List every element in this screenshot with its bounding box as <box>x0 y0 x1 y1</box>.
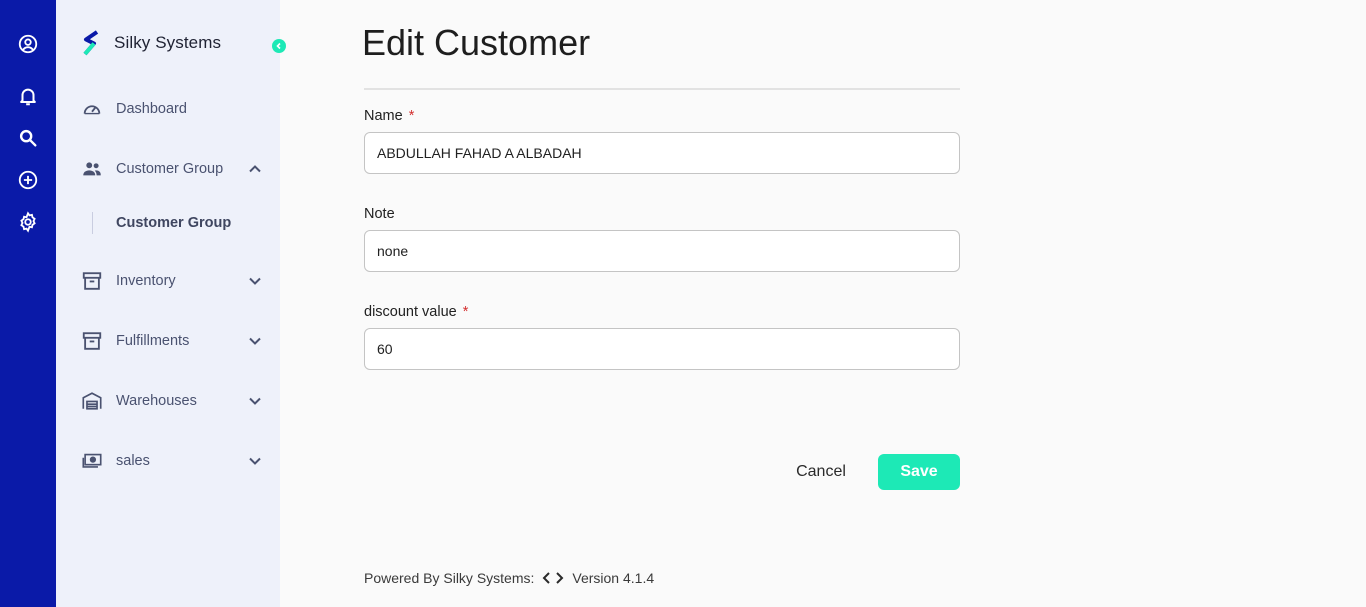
powered-by-text: Powered By Silky Systems: <box>364 570 535 586</box>
sidebar-item-fulfillments[interactable]: Fulfillments <box>80 325 270 357</box>
page-title: Edit Customer <box>362 22 591 63</box>
people-icon <box>80 157 104 181</box>
brand[interactable]: Silky Systems <box>82 30 221 56</box>
note-field-label: Note <box>364 206 395 222</box>
code-brackets-icon <box>542 570 564 586</box>
sidebar-item-label: Customer Group <box>116 161 224 177</box>
dashboard-gauge-icon <box>80 97 104 121</box>
chevron-down-icon <box>246 452 264 470</box>
chevron-down-icon <box>246 332 264 350</box>
chevron-left-icon <box>276 42 281 50</box>
note-label-text: Note <box>364 206 395 222</box>
sidebar-subitem-label: Customer Group <box>116 215 232 231</box>
sidebar-item-label: sales <box>116 453 150 469</box>
sidebar-item-label: Inventory <box>116 273 176 289</box>
sidebar-item-sales[interactable]: sales <box>80 445 270 477</box>
sidebar-item-label: Fulfillments <box>116 333 190 349</box>
archive-box-icon <box>80 329 104 353</box>
chevron-down-icon <box>246 392 264 410</box>
cash-icon <box>80 449 104 473</box>
collapse-sidebar-button[interactable] <box>272 39 286 53</box>
required-marker: * <box>408 108 415 124</box>
warehouse-icon <box>80 389 104 413</box>
name-label-text: Name <box>364 108 403 124</box>
search-icon[interactable] <box>16 126 40 150</box>
sidebar-item-inventory[interactable]: Inventory <box>80 265 270 297</box>
icon-rail <box>0 0 56 607</box>
save-button[interactable]: Save <box>878 454 960 490</box>
version-text: Version 4.1.4 <box>572 570 655 586</box>
subitem-indicator <box>92 212 93 234</box>
required-marker: * <box>462 304 469 320</box>
chevron-up-icon <box>246 160 264 178</box>
sidebar-item-dashboard[interactable]: Dashboard <box>80 93 270 125</box>
name-input[interactable] <box>364 132 960 174</box>
footer: Powered By Silky Systems: Version 4.1.4 <box>364 570 654 586</box>
chevron-down-icon <box>246 272 264 290</box>
gear-icon[interactable] <box>16 210 40 234</box>
sidebar-item-label: Warehouses <box>116 393 197 409</box>
sidebar-subitem-customer-group[interactable]: Customer Group <box>92 210 252 236</box>
sidebar-item-label: Dashboard <box>116 101 187 117</box>
brand-logo-icon <box>83 30 99 56</box>
sidebar: Silky Systems Dashboard Customer Group C… <box>56 0 286 607</box>
cancel-button[interactable]: Cancel <box>780 454 862 490</box>
sidebar-item-warehouses[interactable]: Warehouses <box>80 385 270 417</box>
discount-value-field-label: discount value * <box>364 304 468 320</box>
name-field-label: Name * <box>364 108 414 124</box>
account-icon[interactable] <box>16 32 40 56</box>
add-circle-icon[interactable] <box>16 168 40 192</box>
bell-icon[interactable] <box>16 84 40 108</box>
archive-box-icon <box>80 269 104 293</box>
sidebar-item-customer-group[interactable]: Customer Group <box>80 153 270 185</box>
discount-value-input[interactable] <box>364 328 960 370</box>
note-input[interactable] <box>364 230 960 272</box>
brand-name: Silky Systems <box>114 33 222 52</box>
title-divider <box>364 88 960 90</box>
discount-label-text: discount value <box>364 304 457 320</box>
